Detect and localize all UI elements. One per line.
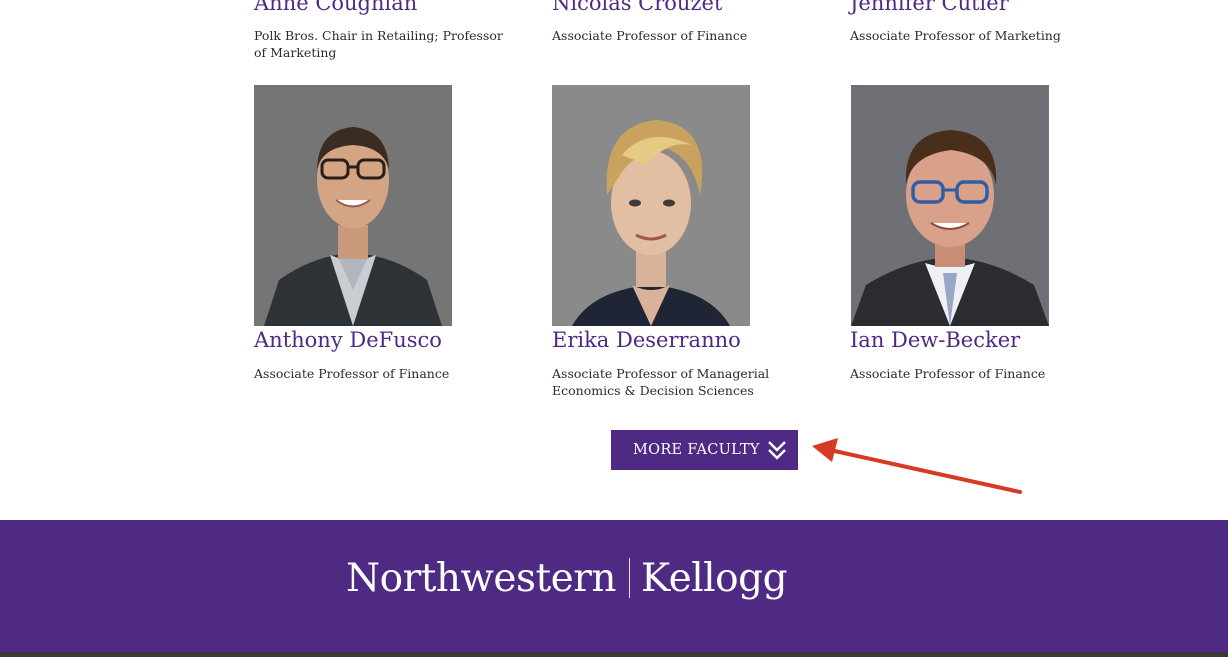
faculty-title: Associate Professor of Finance bbox=[254, 366, 450, 381]
faculty-name-link[interactable]: Anne Coughlan bbox=[254, 0, 417, 16]
faculty-name-link[interactable]: Ian Dew-Becker bbox=[850, 327, 1020, 353]
logo-northwestern-text: Northwestern bbox=[346, 555, 617, 601]
faculty-title: Associate Professor of Marketing bbox=[850, 28, 1061, 43]
logo-kellogg-text: Kellogg bbox=[641, 555, 788, 601]
faculty-title: Polk Bros. Chair in Retailing; Professor… bbox=[254, 28, 503, 60]
faculty-name-link[interactable]: Nicolas Crouzet bbox=[552, 0, 722, 16]
northwestern-kellogg-logo[interactable]: Northwestern Kellogg bbox=[346, 555, 788, 601]
faculty-photo[interactable] bbox=[254, 85, 452, 326]
faculty-photo[interactable] bbox=[552, 85, 750, 326]
faculty-photo[interactable] bbox=[851, 85, 1049, 326]
faculty-name-link[interactable]: Jennifer Cutler bbox=[850, 0, 1009, 16]
more-faculty-label: MORE FACULTY bbox=[633, 442, 760, 458]
faculty-title: Associate Professor of Finance bbox=[552, 28, 748, 43]
logo-divider bbox=[629, 558, 631, 598]
faculty-title: Associate Professor of Managerial Econom… bbox=[552, 366, 770, 398]
faculty-title: Associate Professor of Finance bbox=[850, 366, 1046, 381]
faculty-grid: Anne Coughlan Polk Bros. Chair in Retail… bbox=[0, 0, 1228, 520]
red-arrow-icon bbox=[808, 436, 1028, 502]
faculty-name-link[interactable]: Erika Deserranno bbox=[552, 327, 741, 353]
more-faculty-button[interactable]: MORE FACULTY bbox=[611, 430, 798, 470]
faculty-name-link[interactable]: Anthony DeFusco bbox=[254, 327, 442, 353]
footer-bottom-bar bbox=[0, 652, 1228, 657]
double-chevron-down-icon bbox=[766, 439, 788, 465]
